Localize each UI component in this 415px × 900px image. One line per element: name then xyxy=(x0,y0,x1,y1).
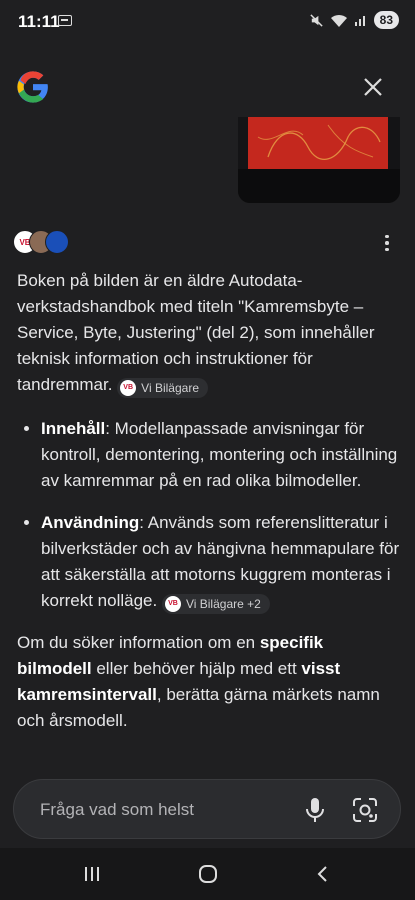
answer-intro-text: Boken på bilden är en äldre Autodata-ver… xyxy=(17,271,375,394)
recent-apps-button[interactable] xyxy=(77,860,107,888)
close-button[interactable] xyxy=(358,72,388,102)
signal-icon xyxy=(354,16,365,26)
recent-apps-icon xyxy=(85,867,99,881)
microphone-icon[interactable] xyxy=(302,796,328,824)
source-chip-label: Vi Bilägare xyxy=(141,381,199,395)
answer-bullet-list: Innehåll: Modellanpassade anvisningar fö… xyxy=(17,416,401,614)
book-cover-image xyxy=(248,117,388,169)
list-item: Innehåll: Modellanpassade anvisningar fö… xyxy=(41,416,401,494)
status-time: 11:11 xyxy=(18,12,60,31)
back-button[interactable] xyxy=(308,860,338,888)
vibilagare-logo-icon: VB xyxy=(120,380,137,396)
answer-intro: Boken på bilden är en äldre Autodata-ver… xyxy=(17,268,401,398)
search-input[interactable] xyxy=(38,794,302,826)
google-g-icon xyxy=(17,71,48,103)
battery-indicator: 83 xyxy=(373,11,399,29)
home-button[interactable] xyxy=(193,860,223,888)
closing-text: Om du söker information om en xyxy=(17,633,260,652)
source-icons[interactable]: VB xyxy=(13,230,73,254)
answer-closing: Om du söker information om en specifik b… xyxy=(17,630,401,734)
source-chip[interactable]: VB Vi Bilägare xyxy=(117,378,208,398)
bullet-term: Innehåll xyxy=(41,419,106,438)
ask-input-bar[interactable] xyxy=(13,779,401,839)
system-nav-bar xyxy=(0,848,415,900)
status-icons: 83 xyxy=(309,11,399,29)
home-icon xyxy=(199,865,217,883)
query-image-thumbnail[interactable] xyxy=(238,117,400,203)
close-icon xyxy=(364,78,382,96)
ai-answer: Boken på bilden är en äldre Autodata-ver… xyxy=(17,268,401,734)
back-icon xyxy=(317,866,327,882)
source-chip-label: Vi Bilägare +2 xyxy=(185,597,261,611)
image-background xyxy=(238,169,400,203)
source-chip[interactable]: VB Vi Bilägare +2 xyxy=(161,594,270,614)
vibilagare-logo-icon: VB xyxy=(164,596,181,612)
bullet-term: Användning xyxy=(41,513,140,532)
google-lens-icon[interactable] xyxy=(350,795,380,825)
message-notification-icon xyxy=(58,15,72,26)
more-options-button[interactable] xyxy=(378,232,396,254)
source-tv-icon xyxy=(45,230,69,254)
closing-text: eller behöver hjälp med ett xyxy=(91,659,302,678)
list-item: Användning: Används som referenslitterat… xyxy=(41,510,401,614)
status-bar: 11:11 83 xyxy=(0,0,415,44)
wifi-icon xyxy=(330,14,347,27)
mute-icon xyxy=(309,13,323,27)
